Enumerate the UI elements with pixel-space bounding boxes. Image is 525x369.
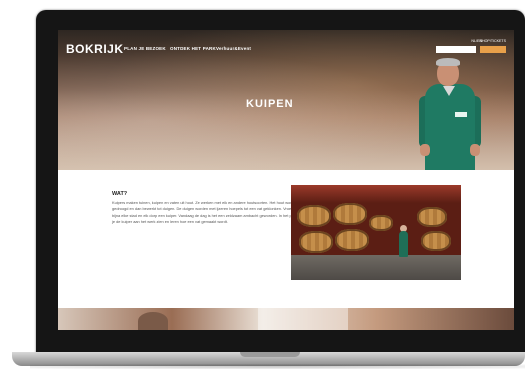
site-logo[interactable]: BOKRIJK	[66, 42, 124, 56]
top-navigation: BOKRIJK PLAN JE BEZOEK ONTDEK HET PARK V…	[66, 39, 506, 57]
barrel	[299, 231, 333, 253]
nav-discover-park[interactable]: ONTDEK HET PARK	[170, 46, 216, 51]
ceiling	[291, 185, 461, 203]
hair	[436, 58, 460, 66]
laptop-mockup: BOKRIJK PLAN JE BEZOEK ONTDEK HET PARK V…	[0, 0, 525, 369]
hero-banner: BOKRIJK PLAN JE BEZOEK ONTDEK HET PARK V…	[58, 30, 514, 170]
floor	[291, 255, 461, 280]
hand	[420, 144, 430, 156]
barrel	[421, 231, 451, 251]
laptop-notch	[240, 352, 300, 357]
next-section-highlight	[258, 308, 348, 330]
barrel	[417, 207, 447, 227]
barrel	[333, 203, 367, 225]
section-heading: WAT?	[112, 191, 128, 197]
barrel	[335, 229, 369, 251]
nav-plan-visit[interactable]: PLAN JE BEZOEK	[124, 46, 166, 51]
barrel-cellar-photo	[291, 185, 461, 280]
hero-person-image	[419, 56, 514, 170]
nav-rental-events[interactable]: Verhuur&Event	[216, 46, 251, 51]
worker	[399, 231, 408, 257]
shop-tickets-link[interactable]: SHOP/TICKETS	[480, 39, 506, 43]
section-paragraph: Kuipers maken tuinen, kuipen en vaten ui…	[112, 200, 305, 225]
page-title: KUIPEN	[246, 98, 294, 110]
barrel	[369, 215, 393, 231]
name-badge	[455, 112, 467, 117]
uniform	[425, 84, 475, 170]
search-input[interactable]	[436, 46, 476, 53]
hand	[470, 144, 480, 156]
laptop-shadow	[30, 364, 525, 369]
next-section-person	[138, 312, 168, 330]
barrel	[297, 205, 331, 227]
screen: BOKRIJK PLAN JE BEZOEK ONTDEK HET PARK V…	[58, 30, 514, 330]
search-button[interactable]	[480, 46, 506, 53]
